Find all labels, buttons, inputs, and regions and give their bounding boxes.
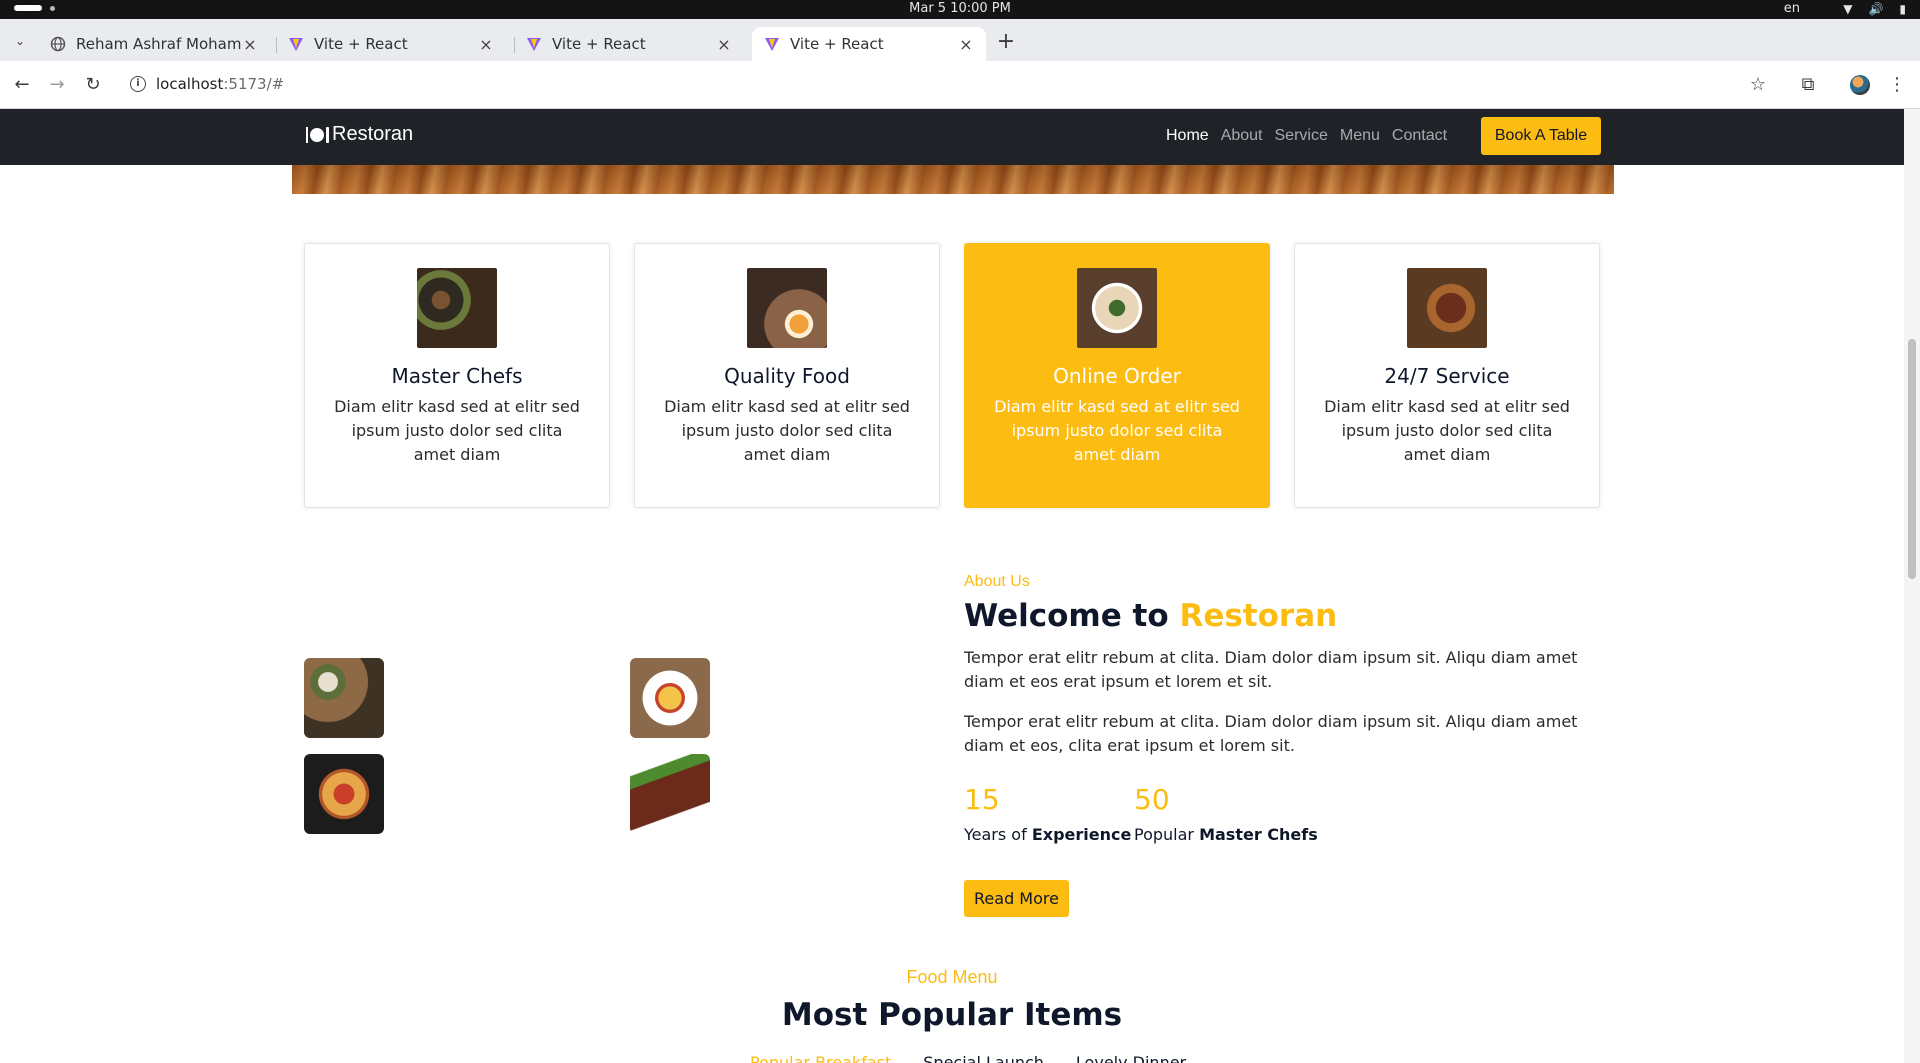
vite-icon <box>289 38 303 51</box>
browser-tabstrip: ⌄ Reham Ashraf Mohamme × Vite + React × … <box>0 19 1920 61</box>
about-paragraph: Tempor erat elitr rebum at clita. Diam d… <box>964 648 1578 691</box>
page-viewport: Restoran Home About Service Menu Contact… <box>0 109 1904 1063</box>
service-image <box>1077 268 1157 348</box>
menu-tab-dinner[interactable]: Lovely Dinner <box>1076 1053 1186 1063</box>
service-text: Diam elitr kasd sed at elitr sed ipsum j… <box>994 397 1240 464</box>
bookmark-star-icon[interactable]: ☆ <box>1747 74 1769 96</box>
nav-link-service[interactable]: Service <box>1275 127 1328 145</box>
site-navbar: Restoran Home About Service Menu Contact… <box>0 109 1904 165</box>
scrollbar-thumb[interactable] <box>1908 339 1916 579</box>
menu-title: Most Popular Items <box>781 997 1123 1033</box>
about-eyebrow: About Us <box>964 573 1030 590</box>
close-icon[interactable]: × <box>478 35 494 54</box>
input-language[interactable]: en <box>1784 1 1800 16</box>
service-title: Master Chefs <box>391 364 523 388</box>
browser-toolbar: ← → ↻ i localhost:5173/# ☆ ⧉ ⋮ <box>0 61 1920 109</box>
nav-link-contact[interactable]: Contact <box>1392 127 1447 145</box>
menu-eyebrow: Food Menu <box>906 967 998 987</box>
url-text[interactable]: localhost:5173/# <box>156 75 284 93</box>
browser-tab-active[interactable]: Vite + React × <box>752 27 986 61</box>
stat-label: Popular Master Chefs <box>1134 825 1318 844</box>
network-icon: ▼ <box>1843 2 1853 16</box>
tab-title: Vite + React <box>790 35 884 53</box>
service-title: Online Order <box>1053 364 1181 388</box>
service-card-online-order[interactable]: Online Order Diam elitr kasd sed at elit… <box>964 243 1270 508</box>
about-image <box>630 658 710 738</box>
browser-tab[interactable]: Reham Ashraf Mohamme × <box>38 27 270 61</box>
menu-tabs: Popular Breakfast Special Launch Lovely … <box>750 1053 1186 1063</box>
reload-icon[interactable]: ↻ <box>82 74 104 96</box>
hero-image <box>292 165 1614 194</box>
volume-icon: 🔊 <box>1868 2 1884 16</box>
about-image <box>630 754 710 834</box>
tab-search-chevron-icon[interactable]: ⌄ <box>10 31 30 51</box>
service-card-quality-food[interactable]: Quality Food Diam elitr kasd sed at elit… <box>634 243 940 508</box>
brand-name: Restoran <box>332 123 414 145</box>
service-image <box>417 268 497 348</box>
browser-tab[interactable]: Vite + React × <box>276 27 506 61</box>
menu-tab-launch[interactable]: Special Launch <box>923 1053 1044 1063</box>
forward-arrow-icon[interactable]: → <box>46 74 68 96</box>
about-title: Welcome to Restoran <box>964 598 1338 634</box>
service-image <box>747 268 827 348</box>
stat-label: Years of Experience <box>964 825 1132 844</box>
tab-title: Vite + React <box>314 35 408 53</box>
close-icon[interactable]: × <box>716 35 732 54</box>
system-tray[interactable]: ▼ 🔊 ▮ <box>1843 2 1906 16</box>
kebab-menu-icon[interactable]: ⋮ <box>1886 74 1908 96</box>
about-image <box>304 658 384 738</box>
service-title: Quality Food <box>724 364 850 388</box>
service-text: Diam elitr kasd sed at elitr sed ipsum j… <box>664 397 910 464</box>
browser-tab[interactable]: Vite + React × <box>514 27 744 61</box>
system-clock[interactable]: Mar 5 10:00 PM <box>0 1 1920 16</box>
service-card-24-7-service[interactable]: 24/7 Service Diam elitr kasd sed at elit… <box>1294 243 1600 508</box>
site-brand[interactable]: Restoran <box>305 123 413 146</box>
new-tab-button[interactable]: + <box>994 31 1018 55</box>
service-text: Diam elitr kasd sed at elitr sed ipsum j… <box>1324 397 1570 464</box>
back-arrow-icon[interactable]: ← <box>11 74 33 96</box>
tab-title: Vite + React <box>552 35 646 53</box>
stat-number: 15 <box>964 783 1000 816</box>
globe-icon <box>50 36 66 52</box>
stat-number: 50 <box>1134 783 1170 816</box>
service-title: 24/7 Service <box>1384 364 1510 388</box>
site-nav-links: Home About Service Menu Contact <box>1166 127 1459 145</box>
nav-link-about[interactable]: About <box>1221 127 1263 145</box>
vite-icon <box>765 38 779 51</box>
os-top-bar: Mar 5 10:00 PM en ▼ 🔊 ▮ <box>0 0 1920 19</box>
page-scrollbar[interactable] <box>1904 109 1920 1063</box>
extensions-puzzle-icon[interactable]: ⧉ <box>1797 74 1819 96</box>
nav-link-menu[interactable]: Menu <box>1340 127 1380 145</box>
book-table-button[interactable]: Book A Table <box>1481 117 1601 155</box>
service-card-master-chefs[interactable]: Master Chefs Diam elitr kasd sed at elit… <box>304 243 610 508</box>
service-text: Diam elitr kasd sed at elitr sed ipsum j… <box>334 397 580 464</box>
address-bar[interactable]: i localhost:5173/# <box>122 68 1782 102</box>
battery-icon: ▮ <box>1899 2 1906 16</box>
about-image <box>304 754 384 834</box>
service-image <box>1407 268 1487 348</box>
read-more-button[interactable]: Read More <box>964 880 1069 917</box>
about-paragraph: Tempor erat elitr rebum at clita. Diam d… <box>964 712 1578 755</box>
tab-title: Reham Ashraf Mohamme <box>76 35 242 53</box>
menu-tab-breakfast[interactable]: Popular Breakfast <box>750 1053 891 1063</box>
vite-icon <box>527 38 541 51</box>
profile-avatar[interactable] <box>1850 75 1870 95</box>
utensils-icon <box>305 124 329 146</box>
site-info-icon[interactable]: i <box>130 76 146 92</box>
close-icon[interactable]: × <box>958 35 974 54</box>
close-icon[interactable]: × <box>242 35 258 54</box>
nav-link-home[interactable]: Home <box>1166 127 1209 145</box>
